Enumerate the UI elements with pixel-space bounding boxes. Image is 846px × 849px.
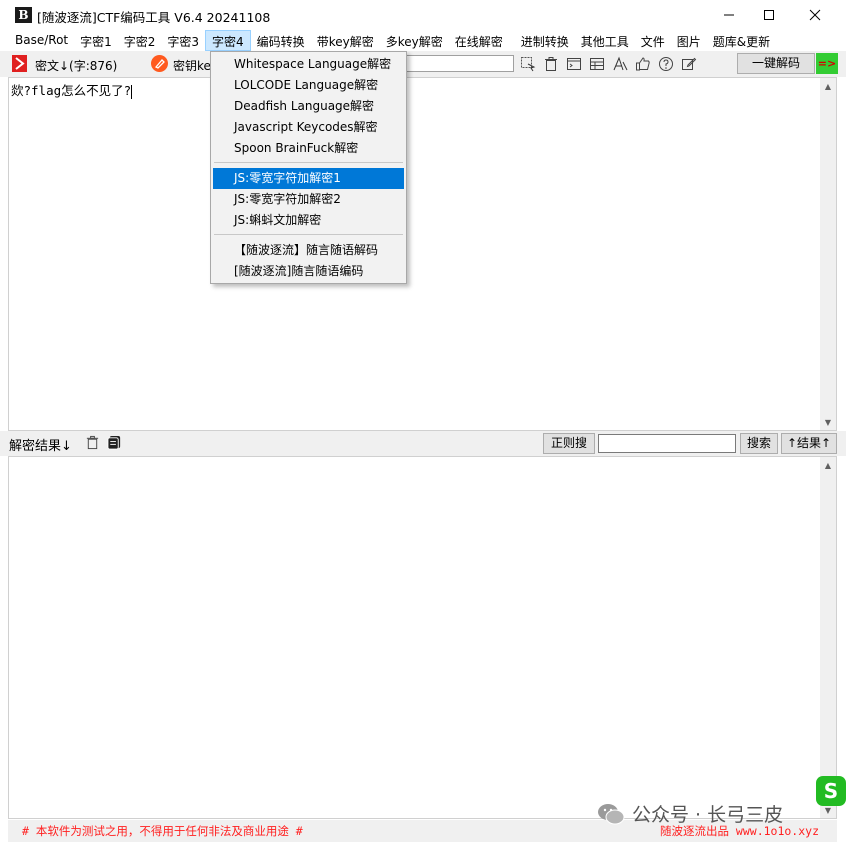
menu-zimi2[interactable]: 字密2 <box>118 30 162 51</box>
thumbs-up-icon[interactable] <box>633 54 652 73</box>
cipher-input-area[interactable]: 欻?flag怎么不见了? ▲ ▼ <box>8 77 837 431</box>
table-icon[interactable] <box>587 54 606 73</box>
cipher-label: 密文↓(字:876) <box>35 59 118 73</box>
menu-bar: Base/Rot 字密1 字密2 字密3 字密4 编码转换 带key解密 多ke… <box>0 30 846 51</box>
key-pencil-icon[interactable] <box>151 55 168 72</box>
key-input[interactable] <box>404 55 514 72</box>
menu-multikey-decrypt[interactable]: 多key解密 <box>380 30 449 51</box>
output-scrollbar[interactable]: ▲ ▼ <box>820 457 836 818</box>
window-title: [随波逐流]CTF编码工具 V6.4 20241108 <box>37 10 271 25</box>
menu-online-decrypt[interactable]: 在线解密 <box>449 30 509 51</box>
zimi4-dropdown-menu: Whitespace Language解密 LOLCODE Language解密… <box>210 51 407 284</box>
result-label: 解密结果↓ <box>9 439 72 454</box>
menu-image[interactable]: 图片 <box>671 30 707 51</box>
app-logo-icon: B <box>15 7 32 23</box>
result-output-area[interactable]: ▲ ▼ <box>8 456 837 819</box>
watermark-text: 公众号 · 长弓三皮 <box>632 804 784 826</box>
one-click-decode-button[interactable]: 一键解码 <box>737 53 815 74</box>
key-label: 密钥ke <box>173 59 211 73</box>
wechat-watermark: 公众号 · 长弓三皮 <box>596 800 783 827</box>
menu-zimi4[interactable]: 字密4 <box>205 30 251 51</box>
help-icon[interactable] <box>656 54 675 73</box>
dd-separator <box>214 234 403 235</box>
cipher-input-text[interactable]: 欻?flag怎么不见了? <box>11 80 133 99</box>
menu-key-decrypt[interactable]: 带key解密 <box>311 30 380 51</box>
close-icon <box>809 9 821 21</box>
trash-result-icon[interactable] <box>84 434 101 451</box>
menu-other-tools[interactable]: 其他工具 <box>575 30 635 51</box>
menu-library-update[interactable]: 题库&更新 <box>707 30 776 51</box>
sogou-badge-icon[interactable]: S <box>816 776 846 806</box>
menu-base-convert[interactable]: 进制转换 <box>515 30 575 51</box>
title-bar: B [随波逐流]CTF编码工具 V6.4 20241108 <box>0 0 846 30</box>
minimize-icon <box>724 14 734 16</box>
dd-tadpole-text[interactable]: JS:蝌蚪文加解密 <box>213 210 404 231</box>
dd-spoon-brainfuck-decrypt[interactable]: Spoon BrainFuck解密 <box>213 138 404 159</box>
output-scroll-up-icon[interactable]: ▲ <box>820 457 836 473</box>
select-cursor-icon[interactable] <box>518 54 537 73</box>
dd-js-keycodes-decrypt[interactable]: Javascript Keycodes解密 <box>213 117 404 138</box>
input-scrollbar[interactable]: ▲ ▼ <box>820 78 836 430</box>
scroll-down-icon[interactable]: ▼ <box>820 414 836 430</box>
close-button[interactable] <box>792 0 838 30</box>
menu-zimi3[interactable]: 字密3 <box>161 30 205 51</box>
wechat-icon <box>598 803 625 824</box>
arrow-transfer-button[interactable]: => <box>816 53 838 74</box>
dd-whitespace-decrypt[interactable]: Whitespace Language解密 <box>213 54 404 75</box>
maximize-icon <box>764 10 774 20</box>
text-style-icon[interactable] <box>610 54 629 73</box>
dd-suiyan-encode[interactable]: [随波逐流]随言随语编码 <box>213 261 404 282</box>
toolbar-icons <box>518 54 698 73</box>
search-button[interactable]: 搜索 <box>740 433 778 454</box>
search-input[interactable] <box>598 434 736 453</box>
dd-suiyan-decode[interactable]: 【随波逐流】随言随语解码 <box>213 240 404 261</box>
menu-zimi1[interactable]: 字密1 <box>74 30 118 51</box>
maximize-button[interactable] <box>746 0 792 30</box>
trash-icon[interactable] <box>541 54 560 73</box>
menu-encoding-convert[interactable]: 编码转换 <box>251 30 311 51</box>
dd-lolcode-decrypt[interactable]: LOLCODE Language解密 <box>213 75 404 96</box>
dd-separator <box>214 162 403 163</box>
regex-search-button[interactable]: 正则搜 <box>543 433 595 454</box>
menu-file[interactable]: 文件 <box>635 30 671 51</box>
copy-result-icon[interactable] <box>106 434 123 451</box>
edit-icon[interactable] <box>679 54 698 73</box>
text-caret <box>131 84 133 99</box>
result-up-button[interactable]: ↑结果↑ <box>781 433 837 454</box>
dd-zero-width-1[interactable]: JS:零宽字符加解密1 <box>213 168 404 189</box>
terminal-icon[interactable] <box>564 54 583 73</box>
menu-base-rot[interactable]: Base/Rot <box>9 30 74 51</box>
dd-zero-width-2[interactable]: JS:零宽字符加解密2 <box>213 189 404 210</box>
clear-input-icon[interactable] <box>12 55 27 72</box>
footer-disclaimer: # 本软件为测试之用，不得用于任何非法及商业用途 # <box>22 824 303 838</box>
dd-deadfish-decrypt[interactable]: Deadfish Language解密 <box>213 96 404 117</box>
scroll-up-icon[interactable]: ▲ <box>820 78 836 94</box>
